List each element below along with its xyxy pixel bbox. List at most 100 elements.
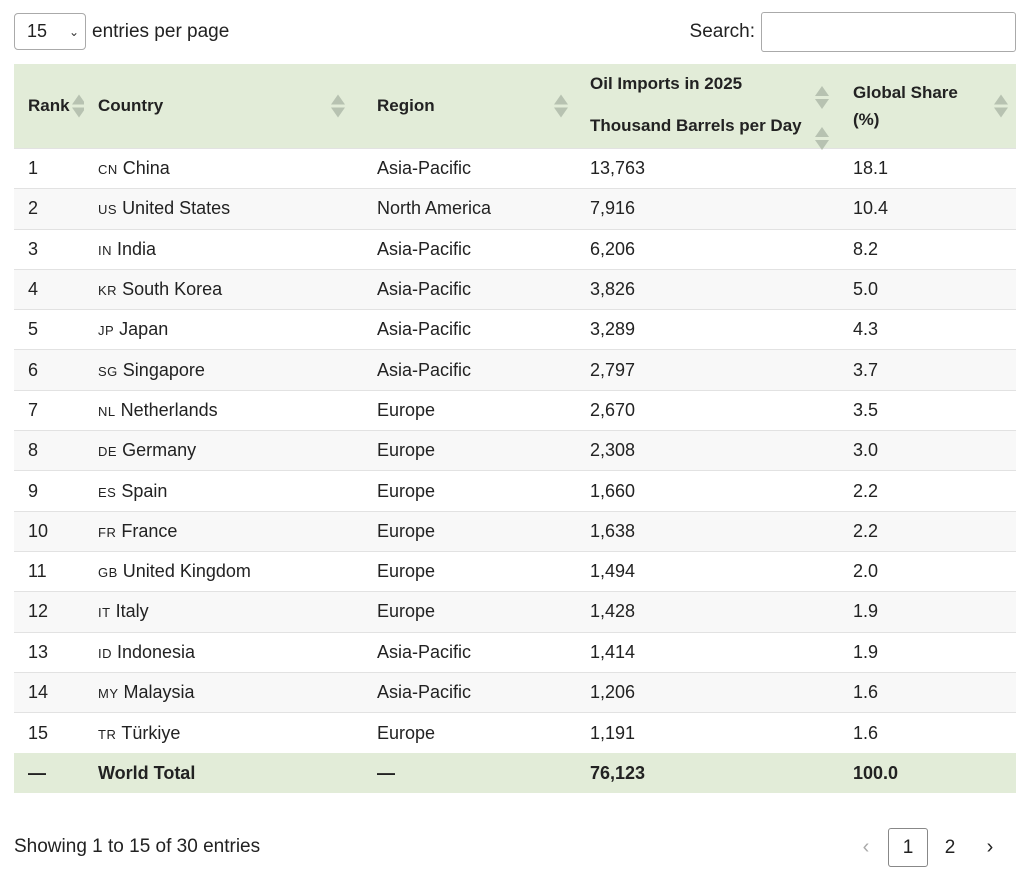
cell-country: TR Türkiye [84, 712, 363, 753]
table-row: 14 MY Malaysia Asia-Pacific 1,206 1.6 [14, 671, 1016, 713]
country-name: Malaysia [123, 682, 195, 702]
table-row: 4 KR South Korea Asia-Pacific 3,826 5.0 [14, 268, 1016, 310]
cell-region: Asia-Pacific [363, 631, 576, 673]
country-code: DE [98, 444, 118, 460]
header-global-share-label: Global Share (%) [853, 83, 958, 129]
country-code: NL [98, 403, 116, 419]
cell-rank: 6 [14, 349, 84, 391]
country-name: Türkiye [121, 722, 181, 743]
table-controls: 15 ⌄ entries per page Search: [14, 12, 1016, 52]
cell-oil-imports: 1,494 [576, 550, 839, 592]
cell-region: Asia-Pacific [363, 309, 576, 350]
cell-region: Europe [363, 712, 576, 753]
cell-region: Europe [363, 389, 576, 431]
country-name: South Korea [122, 279, 223, 300]
cell-global-share: 2.0 [839, 550, 1016, 592]
cell-region: Asia-Pacific [363, 268, 576, 310]
cell-region: Europe [363, 510, 576, 552]
cell-rank: 4 [14, 268, 84, 310]
cell-region: Europe [363, 591, 576, 633]
header-rank-label: Rank [28, 96, 70, 115]
cell-global-share: 10.4 [839, 188, 1016, 230]
cell-country: NL Netherlands [84, 389, 363, 431]
cell-rank: 3 [14, 228, 84, 270]
page-button-1[interactable]: 1 [888, 828, 928, 867]
page-button-2[interactable]: 2 [930, 828, 970, 867]
sort-icon[interactable] [815, 86, 829, 109]
header-region[interactable]: Region [363, 64, 576, 149]
cell-country: World Total [84, 752, 363, 794]
next-page-button[interactable]: › [970, 828, 1010, 867]
table-row: 9 ES Spain Europe 1,660 2.2 [14, 470, 1016, 512]
country-code: MY [98, 686, 119, 701]
header-global-share[interactable]: Global Share (%) [839, 64, 1016, 149]
cell-region: — [363, 752, 576, 794]
cell-oil-imports: 13,763 [576, 147, 839, 189]
country-name: Japan [119, 319, 169, 340]
cell-global-share: 4.3 [839, 309, 1016, 350]
cell-global-share: 3.5 [839, 389, 1016, 431]
sort-icon[interactable] [554, 94, 568, 118]
cell-oil-imports: 1,428 [576, 591, 839, 633]
country-code: IT [98, 605, 111, 621]
header-oil-imports[interactable]: Oil Imports in 2025 Thousand Barrels per… [576, 64, 839, 150]
sort-icon[interactable] [994, 94, 1008, 118]
header-rank[interactable]: Rank [14, 64, 86, 149]
cell-global-share: 18.1 [839, 147, 1016, 189]
country-code: TR [98, 726, 117, 742]
cell-global-share: 8.2 [839, 228, 1016, 270]
cell-country: GB United Kingdom [84, 550, 363, 592]
table-row: 6 SG Singapore Asia-Pacific 2,797 3.7 [14, 349, 1016, 391]
cell-country: US United States [84, 188, 363, 230]
cell-oil-imports: 1,414 [576, 631, 839, 673]
cell-oil-imports: 1,206 [576, 671, 839, 713]
cell-rank: 9 [14, 470, 84, 512]
country-code: CN [98, 162, 118, 178]
table-row: 13 ID Indonesia Asia-Pacific 1,414 1.9 [14, 631, 1016, 673]
cell-country: SG Singapore [84, 349, 363, 391]
cell-oil-imports: 1,191 [576, 712, 839, 753]
country-code: FR [98, 524, 117, 540]
search-box: Search: [690, 12, 1016, 52]
country-code: JP [98, 323, 115, 339]
table-body: 1 CN China Asia-Pacific 13,763 18.1 2 US United … [14, 147, 1016, 794]
country-name: Netherlands [120, 399, 218, 420]
country-code: IN [98, 242, 112, 258]
cell-rank: 1 [14, 147, 84, 189]
cell-region: North America [363, 188, 576, 230]
header-oil-imports-unit: Thousand Barrels per Day [590, 116, 802, 135]
cell-country: ID Indonesia [84, 631, 363, 673]
cell-region: Asia-Pacific [363, 349, 576, 391]
sort-icon[interactable] [815, 127, 829, 150]
search-input[interactable] [761, 12, 1016, 52]
country-code: US [98, 202, 118, 218]
cell-oil-imports: 76,123 [576, 752, 839, 794]
table-total-row: — World Total —76,123 100.0 [14, 752, 1016, 794]
header-country[interactable]: Country [84, 64, 363, 149]
cell-country: JP Japan [84, 309, 363, 350]
cell-country: DE Germany [84, 430, 363, 471]
country-name: Germany [122, 440, 197, 461]
header-country-label: Country [98, 96, 164, 115]
country-code: KR [98, 283, 118, 299]
country-code: ES [98, 484, 117, 500]
cell-region: Asia-Pacific [363, 228, 576, 270]
cell-rank: 13 [14, 631, 84, 673]
table-row: 2 US United States North America 7,916 10.4 [14, 188, 1016, 230]
table-row: 8 DE Germany Europe 2,308 3.0 [14, 430, 1016, 471]
table-row: 5 JP Japan Asia-Pacific 3,289 4.3 [14, 309, 1016, 350]
cell-oil-imports: 2,308 [576, 430, 839, 471]
country-name: Indonesia [117, 641, 196, 662]
entries-per-page-select[interactable]: 15 ⌄ [14, 13, 86, 50]
country-code: ID [98, 645, 112, 661]
cell-rank: 5 [14, 309, 84, 350]
country-code: GB [98, 565, 118, 581]
country-name: France [121, 520, 178, 541]
previous-page-button[interactable]: ‹ [846, 828, 886, 867]
cell-rank: 12 [14, 591, 84, 633]
table-row: 1 CN China Asia-Pacific 13,763 18.1 [14, 147, 1016, 189]
cell-region: Europe [363, 430, 576, 471]
cell-oil-imports: 1,638 [576, 510, 839, 552]
table-row: 12 IT Italy Europe 1,428 1.9 [14, 591, 1016, 633]
sort-icon[interactable] [331, 94, 345, 118]
